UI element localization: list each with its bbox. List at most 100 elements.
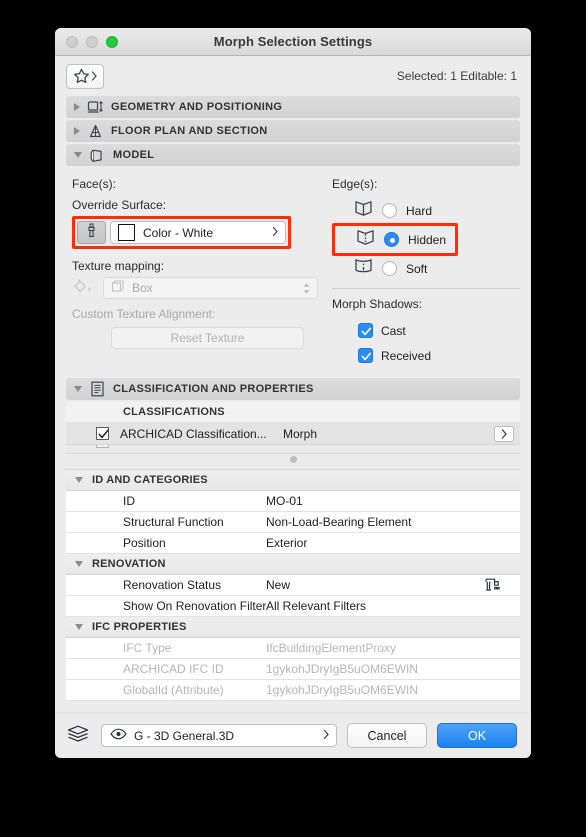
texture-mapping-row: Box [72,277,318,299]
table-row[interactable]: ID MO-01 [66,491,520,512]
divider [332,288,520,289]
horizontal-scrollbar[interactable] [66,454,520,465]
property-value: All Relevant Filters [266,599,367,613]
stepper-icon[interactable] [302,282,311,295]
paintbrush-icon [85,222,98,243]
model-icon [89,147,106,164]
classification-detail-button[interactable] [494,425,514,442]
edge-soft-label: Soft [406,261,428,276]
classification-checkbox[interactable] [96,427,109,440]
property-value: 1gykohJDryIgB5uOM6EWIN [266,683,419,697]
classification-row-clipped[interactable] [66,445,520,454]
section-classification-and-properties[interactable]: CLASSIFICATION AND PROPERTIES [66,378,520,400]
floorplan-icon [87,123,104,140]
property-group-ifc-properties[interactable]: IFC PROPERTIES [66,617,520,638]
edge-hidden-radio[interactable] [384,232,399,247]
window-controls [55,35,118,48]
ok-button[interactable]: OK [437,723,517,748]
dialog-body: GEOMETRY AND POSITIONING FLOOR PLAN AND … [55,96,531,712]
disclosure-triangle-icon[interactable] [66,561,92,567]
section-floor-plan-and-section[interactable]: FLOOR PLAN AND SECTION [66,120,520,142]
faces-group-label: Face(s): [72,177,117,191]
disclosure-triangle-icon[interactable] [66,477,92,483]
renovation-icon [484,577,504,594]
property-name: IFC Type [123,641,172,655]
model-panel: Face(s): Override Surface: Color - White [66,168,520,372]
paintbrush-button[interactable] [77,221,106,244]
cast-checkbox[interactable] [358,323,373,338]
morph-selection-settings-dialog: Morph Selection Settings Selected: 1 Edi… [55,28,531,758]
override-surface-row: Color - White [77,221,286,244]
surface-value: Color - White [143,225,214,240]
close-button[interactable] [66,35,78,48]
section-model[interactable]: MODEL [66,144,520,166]
custom-texture-alignment-label: Custom Texture Alignment: [72,307,216,321]
texture-mapping-value: Box [132,281,153,295]
edge-hard-icon [354,200,373,222]
layer-combo[interactable]: G - 3D General.3D [101,724,337,747]
eye-icon[interactable] [110,728,127,743]
shadow-option-cast[interactable]: Cast [332,318,520,343]
table-row[interactable]: Structural Function Non-Load-Bearing Ele… [66,512,520,533]
shadow-option-received[interactable]: Received [332,343,520,368]
property-group-label: ID AND CATEGORIES [92,474,208,486]
disclosure-triangle-icon[interactable] [74,127,80,135]
table-row[interactable]: Renovation Status New [66,575,520,596]
property-value: New [266,578,291,592]
minimize-button[interactable] [86,35,98,48]
faces-column: Face(s): Override Surface: Color - White [66,177,318,368]
section-label: GEOMETRY AND POSITIONING [111,101,283,113]
edges-column: Edge(s): Hard Hidden Soft Morph Shadows:… [318,177,520,368]
property-group-label: RENOVATION [92,558,166,570]
section-label: CLASSIFICATION AND PROPERTIES [113,383,314,395]
property-group-id-and-categories[interactable]: ID AND CATEGORIES [66,470,520,491]
disclosure-triangle-icon[interactable] [66,624,92,630]
property-name: Position [123,536,166,550]
classification-row[interactable]: ARCHICAD Classification... Morph [66,423,520,445]
favorites-button[interactable] [66,63,104,89]
geometry-icon [87,99,104,116]
section-geometry-and-positioning[interactable]: GEOMETRY AND POSITIONING [66,96,520,118]
edge-hidden-highlight: Hidden [332,223,459,256]
property-name: Structural Function [123,515,224,529]
chevron-right-icon [323,729,330,743]
texture-mapping-combo[interactable]: Box [103,277,318,299]
layer-value: G - 3D General.3D [134,728,235,743]
property-table: ID AND CATEGORIES ID MO-01 Structural Fu… [66,469,520,701]
property-group-renovation[interactable]: RENOVATION [66,554,520,575]
table-row: GlobalId (Attribute) 1gykohJDryIgB5uOM6E… [66,680,520,701]
edge-hard-radio[interactable] [382,203,397,218]
received-checkbox[interactable] [358,348,373,363]
cancel-button[interactable]: Cancel [347,723,427,748]
override-surface-combo[interactable]: Color - White [110,221,286,244]
property-value: Exterior [266,536,308,550]
disclosure-triangle-icon[interactable] [74,386,82,392]
edge-option-soft[interactable]: Soft [332,256,520,281]
surface-color-swatch [118,224,135,241]
scroll-thumb[interactable] [289,456,297,463]
edge-soft-radio[interactable] [382,261,397,276]
property-value: Non-Load-Bearing Element [266,515,412,529]
classification-value: Morph [283,426,318,441]
disclosure-triangle-icon[interactable] [74,103,80,111]
clipped-row-content [96,445,109,448]
zoom-button[interactable] [106,35,118,48]
edge-option-hard[interactable]: Hard [332,198,520,223]
property-name: Show On Renovation Filter [123,599,266,613]
table-row: IFC Type IfcBuildingElementProxy [66,638,520,659]
chevron-right-icon [91,71,98,81]
classification-name: ARCHICAD Classification... [120,426,267,441]
property-name: ID [123,494,135,508]
section-label: MODEL [113,149,155,161]
edge-hidden-icon [356,229,375,251]
table-row[interactable]: Position Exterior [66,533,520,554]
table-row[interactable]: Show On Renovation Filter All Relevant F… [66,596,520,617]
edge-option-hidden[interactable]: Hidden [338,227,452,252]
list-icon [89,381,106,398]
layers-icon[interactable] [66,724,91,748]
dialog-footer: G - 3D General.3D Cancel OK [55,712,531,758]
reset-texture-button[interactable]: Reset Texture [111,327,304,349]
texture-mapping-label: Texture mapping: [72,259,165,273]
disclosure-triangle-icon[interactable] [74,152,82,158]
title-bar: Morph Selection Settings [55,28,531,56]
